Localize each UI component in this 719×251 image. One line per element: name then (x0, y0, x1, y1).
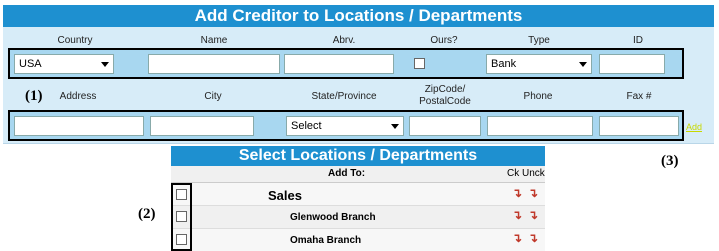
uncheck-all-icon[interactable]: ↴ (528, 231, 538, 245)
callout-label-2: (2) (138, 206, 156, 222)
callout-box-1a (8, 48, 684, 79)
fax-header: Fax # (626, 91, 652, 102)
callout-label-3: (3) (661, 153, 679, 169)
country-header: Country (57, 35, 93, 46)
check-all-icon[interactable]: ↴ (512, 208, 522, 222)
uncheck-all-icon[interactable]: ↴ (528, 208, 538, 222)
uncheck-all-icon[interactable]: ↴ (528, 186, 538, 200)
row-label-omaha: Omaha Branch (290, 235, 362, 246)
add-creditor-title: Add Creditor to Locations / Departments (3, 5, 714, 27)
abrv-header: Abrv. (332, 35, 356, 46)
check-all-icon[interactable]: ↴ (512, 186, 522, 200)
ck-unck-header: Ck Unck (507, 168, 545, 179)
type-header: Type (528, 35, 550, 46)
row-label-sales: Sales (268, 188, 302, 203)
ours-header: Ours? (430, 35, 458, 46)
select-locations-title: Select Locations / Departments (171, 146, 545, 166)
check-all-icon[interactable]: ↴ (512, 231, 522, 245)
id-header: ID (633, 35, 643, 46)
name-header: Name (200, 35, 228, 46)
zip-header-line2: PostalCode (419, 96, 471, 107)
callout-box-1b (8, 110, 684, 141)
table-row (171, 183, 545, 206)
phone-header: Phone (523, 91, 553, 102)
state-header: State/Province (311, 91, 377, 102)
city-header: City (204, 91, 222, 102)
add-to-header: Add To: (328, 168, 366, 179)
callout-box-2 (171, 183, 192, 251)
callout-label-1: (1) (25, 88, 43, 104)
zip-header-line1: ZipCode/ (424, 84, 466, 95)
address-header: Address (59, 91, 97, 102)
row-label-glenwood: Glenwood Branch (290, 212, 376, 223)
add-link[interactable]: Add (686, 122, 702, 132)
zip-header: ZipCode/ PostalCode (408, 84, 482, 108)
